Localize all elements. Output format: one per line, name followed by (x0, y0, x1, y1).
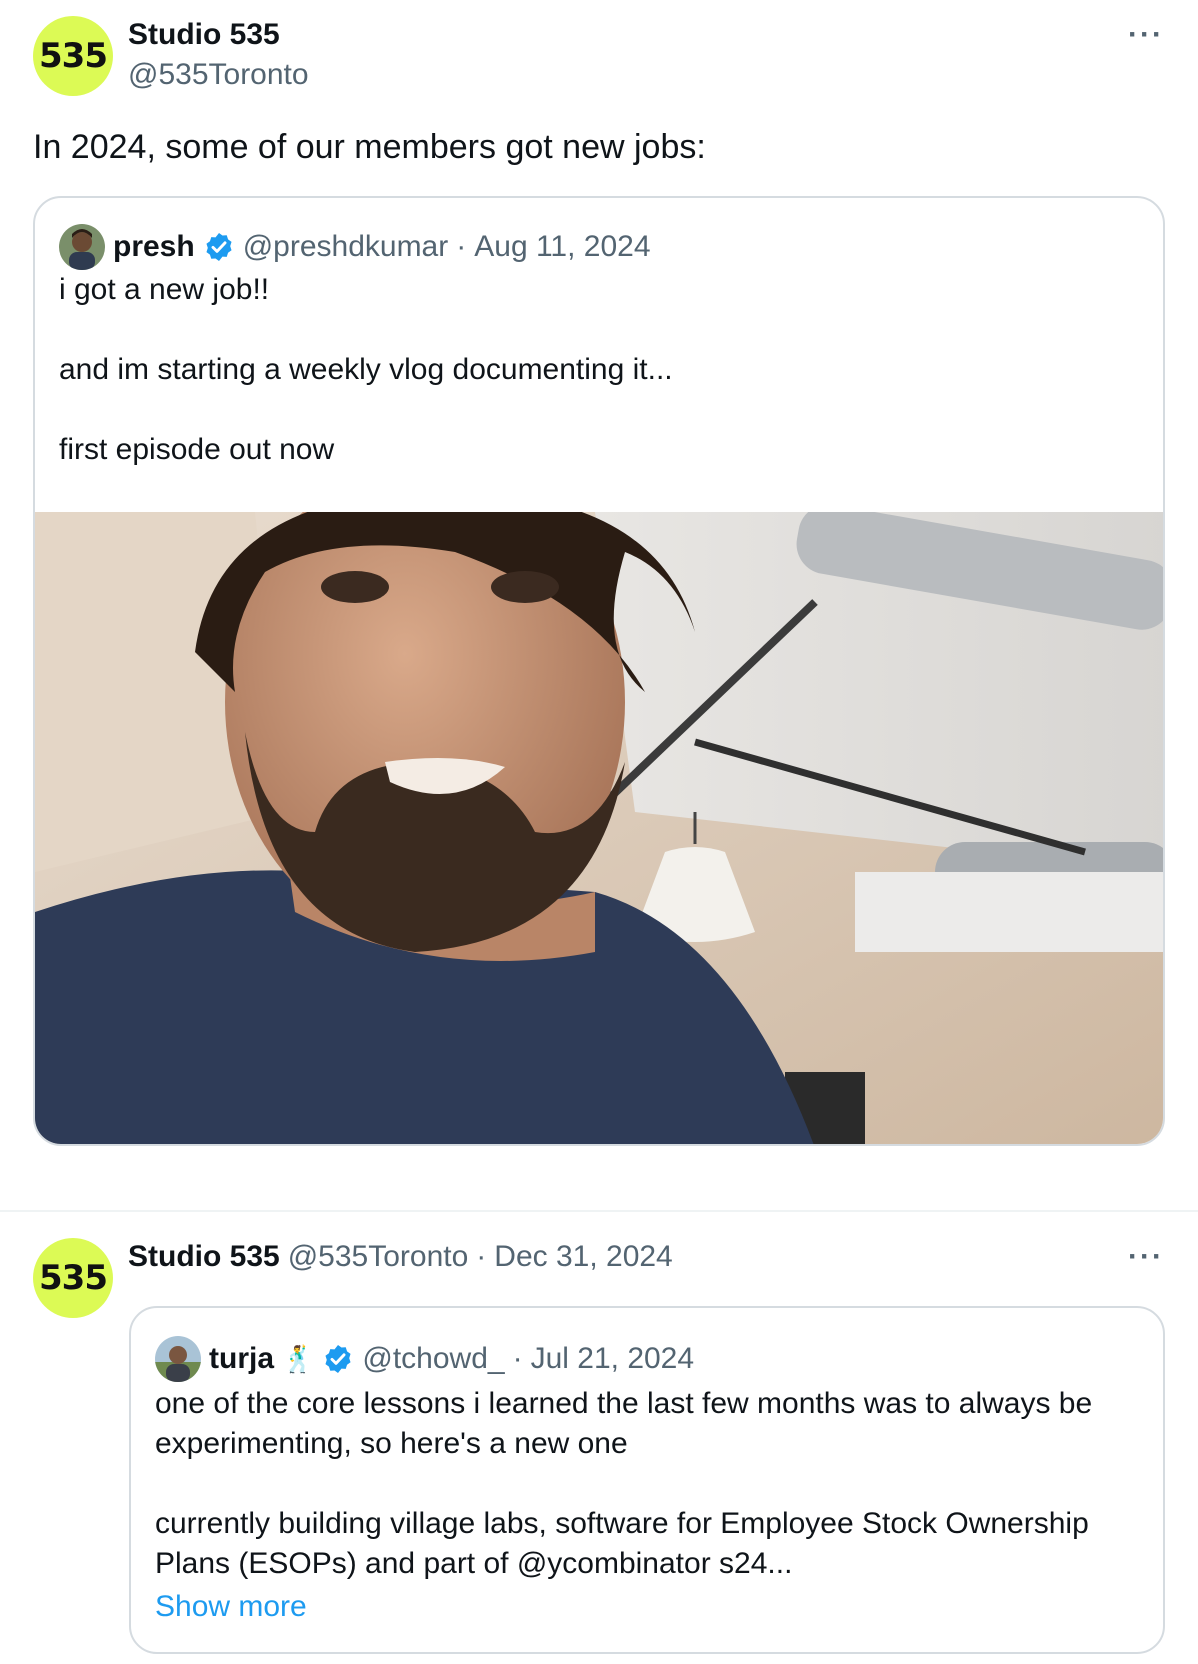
avatar-text: 535 (39, 1258, 108, 1298)
meta-separator: · (476, 1240, 487, 1273)
meta-separator: · (456, 230, 467, 263)
avatar-text: 535 (39, 36, 108, 76)
quote-date[interactable]: Aug 11, 2024 (474, 230, 650, 264)
quote-header: presh @preshdkumar · Aug 11, 2024 (59, 224, 651, 270)
post2-handle[interactable]: @535Toronto (288, 1240, 469, 1274)
quote-text: one of the core lessons i learned the la… (155, 1387, 1093, 1580)
post2-quoted-tweet[interactable]: turja 🕺 @tchowd_ · Jul 21, 2024 one of t… (129, 1306, 1165, 1654)
post-divider (0, 1210, 1198, 1212)
verified-badge-icon (206, 233, 232, 261)
dancer-emoji-icon: 🕺 (282, 1343, 315, 1374)
quote-text: i got a new job!! and im starting a week… (59, 273, 673, 466)
video-frame-image (35, 512, 1163, 1144)
show-more-link[interactable]: Show more (155, 1590, 307, 1624)
post1-more-icon[interactable]: ··· (1128, 18, 1164, 52)
post1-quoted-tweet[interactable]: presh @preshdkumar · Aug 11, 2024 i got … (33, 196, 1165, 1146)
post1-display-name[interactable]: Studio 535 (128, 18, 280, 52)
post2-date[interactable]: Dec 31, 2024 (494, 1240, 672, 1274)
meta-separator: · (512, 1342, 523, 1375)
post2-display-name[interactable]: Studio 535 (128, 1240, 280, 1274)
quote-header: turja 🕺 @tchowd_ · Jul 21, 2024 (155, 1336, 694, 1382)
studio535-avatar[interactable]: 535 (33, 1238, 113, 1318)
quote-date[interactable]: Jul 21, 2024 (531, 1342, 694, 1376)
quote-display-name[interactable]: turja (209, 1342, 274, 1376)
post1-handle[interactable]: @535Toronto (128, 58, 309, 92)
presh-avatar[interactable] (59, 224, 105, 270)
quote-display-name[interactable]: presh (113, 230, 195, 264)
quote-handle[interactable]: @tchowd_ (362, 1342, 504, 1376)
verified-badge-icon (325, 1345, 351, 1373)
post2-more-icon[interactable]: ··· (1128, 1240, 1164, 1274)
turja-avatar[interactable] (155, 1336, 201, 1382)
studio535-avatar[interactable]: 535 (33, 16, 113, 96)
video-thumbnail[interactable] (35, 512, 1163, 1144)
post2-header: Studio 535 @535Toronto · Dec 31, 2024 (128, 1240, 673, 1274)
post1-text: In 2024, some of our members got new job… (33, 128, 706, 166)
quote-handle[interactable]: @preshdkumar (243, 230, 449, 264)
